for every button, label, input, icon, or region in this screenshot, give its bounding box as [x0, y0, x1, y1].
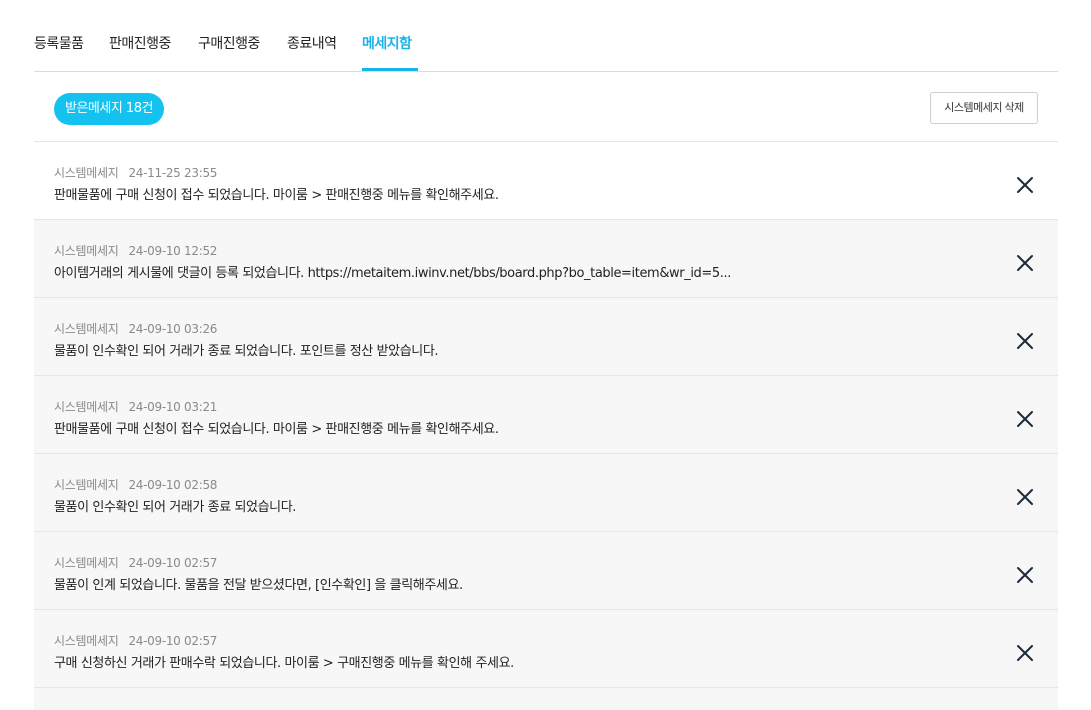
- close-icon[interactable]: [1016, 410, 1034, 428]
- message-item: 시스템메세지 24-09-10 02:57 구매 신청하신 거래가 판매수락 되었…: [34, 610, 1058, 688]
- received-count-badge: 받은메세지 18건: [54, 93, 164, 125]
- message-time: 24-09-10 03:21: [128, 400, 218, 414]
- tab-finished[interactable]: 종료내역: [287, 33, 337, 53]
- message-meta: 시스템메세지 24-09-10 02:58: [54, 476, 217, 493]
- message-meta: 시스템메세지 24-09-10 02:57: [54, 554, 217, 571]
- message-sender: 시스템메세지: [54, 634, 119, 648]
- message-text: 물품이 인수확인 되어 거래가 종료 되었습니다. 포인트를 정산 받았습니다.: [54, 344, 439, 359]
- message-sender: 시스템메세지: [54, 322, 119, 336]
- message-toolbar: 받은메세지 18건 시스템메세지 삭제: [34, 72, 1058, 142]
- message-meta: 시스템메세지 24-09-10 03:26: [54, 320, 217, 337]
- message-sender: 시스템메세지: [54, 166, 119, 180]
- message-item: 시스템메세지 24-09-10 03:21 판매물품에 구매 신청이 접수 되었습…: [34, 376, 1058, 454]
- message-text: 물품이 인계 되었습니다. 물품을 전달 받으셨다면, [인수확인] 을 클릭해…: [54, 578, 463, 593]
- message-meta: 시스템메세지 24-11-25 23:55: [54, 164, 217, 181]
- message-list: 시스템메세지 24-11-25 23:55 판매물품에 구매 신청이 접수 되었습…: [34, 142, 1058, 710]
- message-sender: 시스템메세지: [54, 400, 119, 414]
- message-item: 시스템메세지 24-09-10 12:52 아이템거래의 게시물에 댓글이 등록 …: [34, 220, 1058, 298]
- message-sender: 시스템메세지: [54, 556, 119, 570]
- message-time: 24-09-10 02:57: [128, 556, 218, 570]
- message-time: 24-09-10 12:52: [128, 244, 218, 258]
- tab-registered-items[interactable]: 등록물품: [34, 33, 84, 53]
- message-item-partial: [34, 688, 1058, 710]
- close-icon[interactable]: [1016, 254, 1034, 272]
- close-icon[interactable]: [1016, 488, 1034, 506]
- tab-messages[interactable]: 메세지함: [362, 33, 412, 53]
- message-time: 24-09-10 03:26: [128, 322, 218, 336]
- message-text: 판매물품에 구매 신청이 접수 되었습니다. 마이룸 > 판매진행중 메뉴를 확…: [54, 188, 499, 203]
- message-time: 24-11-25 23:55: [128, 166, 218, 180]
- message-text: 판매물품에 구매 신청이 접수 되었습니다. 마이룸 > 판매진행중 메뉴를 확…: [54, 422, 499, 437]
- message-meta: 시스템메세지 24-09-10 03:21: [54, 398, 217, 415]
- message-item: 시스템메세지 24-09-10 03:26 물품이 인수확인 되어 거래가 종료 …: [34, 298, 1058, 376]
- tab-selling[interactable]: 판매진행중: [109, 33, 171, 53]
- tab-buying[interactable]: 구매진행중: [198, 33, 260, 53]
- close-icon[interactable]: [1016, 566, 1034, 584]
- delete-system-messages-button[interactable]: 시스템메세지 삭제: [930, 92, 1038, 124]
- message-meta: 시스템메세지 24-09-10 02:57: [54, 632, 217, 649]
- message-item: 시스템메세지 24-09-10 02:57 물품이 인계 되었습니다. 물품을 전…: [34, 532, 1058, 610]
- message-time: 24-09-10 02:57: [128, 634, 218, 648]
- message-text: 물품이 인수확인 되어 거래가 종료 되었습니다.: [54, 500, 297, 515]
- message-text: 아이템거래의 게시물에 댓글이 등록 되었습니다. https://metait…: [54, 266, 731, 281]
- tab-bar: 등록물품 판매진행중 구매진행중 종료내역 메세지함: [34, 0, 1058, 72]
- message-item: 시스템메세지 24-09-10 02:58 물품이 인수확인 되어 거래가 종료 …: [34, 454, 1058, 532]
- message-text: 구매 신청하신 거래가 판매수락 되었습니다. 마이룸 > 구매진행중 메뉴를 …: [54, 656, 514, 671]
- message-sender: 시스템메세지: [54, 478, 119, 492]
- message-sender: 시스템메세지: [54, 244, 119, 258]
- close-icon[interactable]: [1016, 332, 1034, 350]
- message-item: 시스템메세지 24-11-25 23:55 판매물품에 구매 신청이 접수 되었습…: [34, 142, 1058, 220]
- active-tab-underline: [362, 68, 418, 71]
- close-icon[interactable]: [1016, 644, 1034, 662]
- message-time: 24-09-10 02:58: [128, 478, 218, 492]
- close-icon[interactable]: [1016, 176, 1034, 194]
- message-meta: 시스템메세지 24-09-10 12:52: [54, 242, 217, 259]
